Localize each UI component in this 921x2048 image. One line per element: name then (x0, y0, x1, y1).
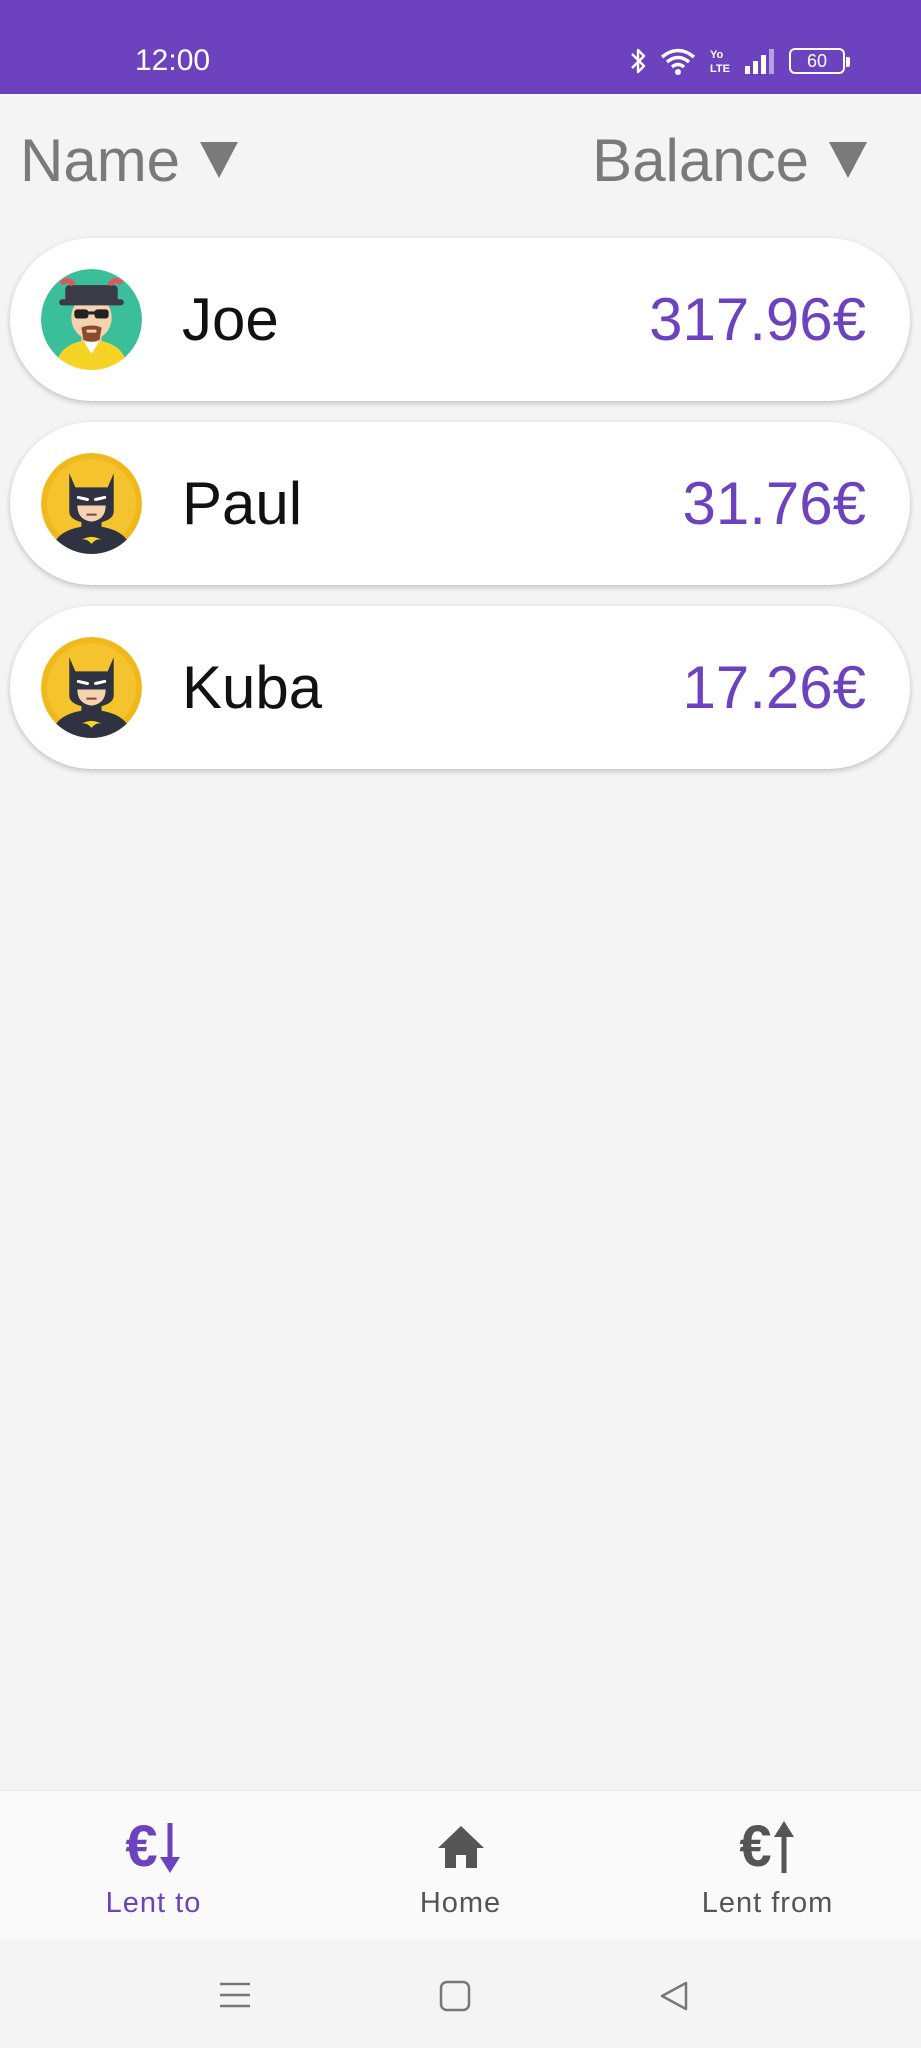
sort-header: Name Balance (0, 120, 921, 200)
battery-icon: 60 (789, 48, 850, 74)
nav-home[interactable]: Home (307, 1791, 614, 1941)
sort-by-balance-button[interactable]: Balance (592, 120, 867, 200)
sort-by-name-button[interactable]: Name (20, 120, 239, 200)
nav-lent-to[interactable]: € Lent to (0, 1791, 307, 1941)
people-list: Joe 317.96€ Paul 31.76€ Kuba 17.26€ (10, 238, 910, 790)
person-card-kuba[interactable]: Kuba 17.26€ (10, 606, 910, 769)
wifi-icon (660, 48, 696, 75)
euro-arrow-down-icon: € (125, 1814, 181, 1879)
sort-descending-icon (200, 142, 239, 178)
person-balance: 17.26€ (682, 654, 866, 721)
heisenberg-avatar (41, 269, 142, 370)
person-balance: 317.96€ (649, 286, 866, 353)
system-navigation-bar (0, 1940, 921, 2048)
nav-lent-from[interactable]: € Lent from (614, 1791, 921, 1941)
nav-label: Home (419, 1887, 502, 1919)
sort-descending-icon (829, 142, 867, 178)
battery-level: 60 (806, 50, 828, 71)
batman-avatar (41, 453, 142, 554)
person-balance: 31.76€ (682, 470, 866, 537)
euro-symbol: € (739, 1814, 772, 1879)
person-name: Kuba (182, 654, 323, 721)
person-name: Joe (182, 286, 279, 353)
batman-avatar (41, 637, 142, 738)
person-card-paul[interactable]: Paul 31.76€ (10, 422, 910, 585)
status-time: 12:00 (135, 44, 211, 77)
status-bar: 12:00 Yo LTE 60 (0, 0, 921, 94)
svg-text:LTE: LTE (710, 63, 730, 75)
nav-label: Lent from (701, 1887, 834, 1919)
euro-arrow-up-icon: € (739, 1814, 795, 1879)
home-square-icon[interactable] (439, 1980, 471, 2012)
status-icons: Yo LTE 60 (629, 44, 850, 78)
menu-icon[interactable] (218, 1980, 252, 2010)
volte-icon: Yo LTE (710, 49, 730, 75)
back-icon[interactable] (658, 1980, 690, 2012)
signal-icon (745, 49, 774, 74)
bottom-navigation: € Lent to Home € Lent from (0, 1790, 921, 1940)
sort-balance-label: Balance (592, 126, 809, 194)
person-name: Paul (182, 470, 303, 537)
nav-label: Lent to (105, 1887, 202, 1919)
home-icon (436, 1819, 486, 1875)
sort-name-label: Name (20, 126, 181, 194)
euro-symbol: € (125, 1814, 158, 1879)
bluetooth-icon (631, 48, 646, 74)
svg-text:Yo: Yo (710, 49, 724, 61)
person-card-joe[interactable]: Joe 317.96€ (10, 238, 910, 401)
